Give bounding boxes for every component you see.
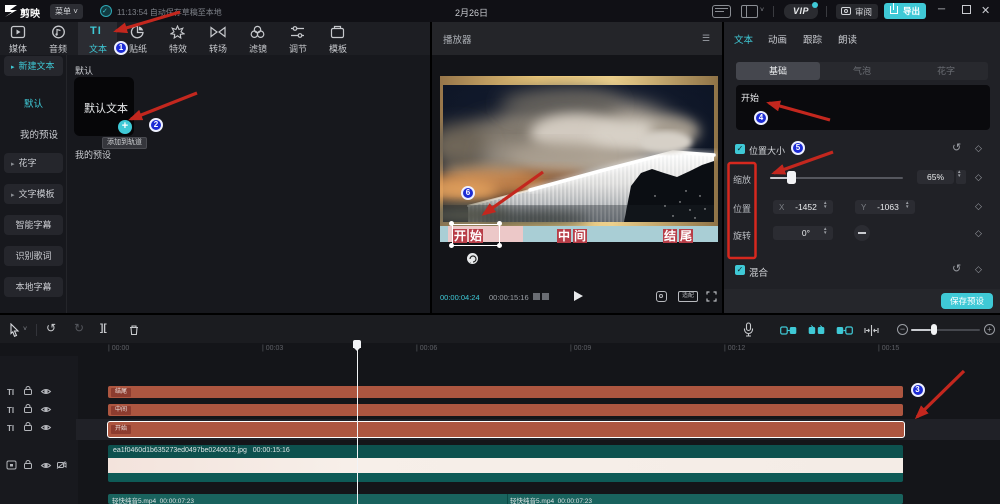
svg-text:TI: TI: [7, 424, 14, 433]
svg-text:TI: TI: [7, 388, 14, 397]
svg-text:TI: TI: [7, 406, 14, 415]
